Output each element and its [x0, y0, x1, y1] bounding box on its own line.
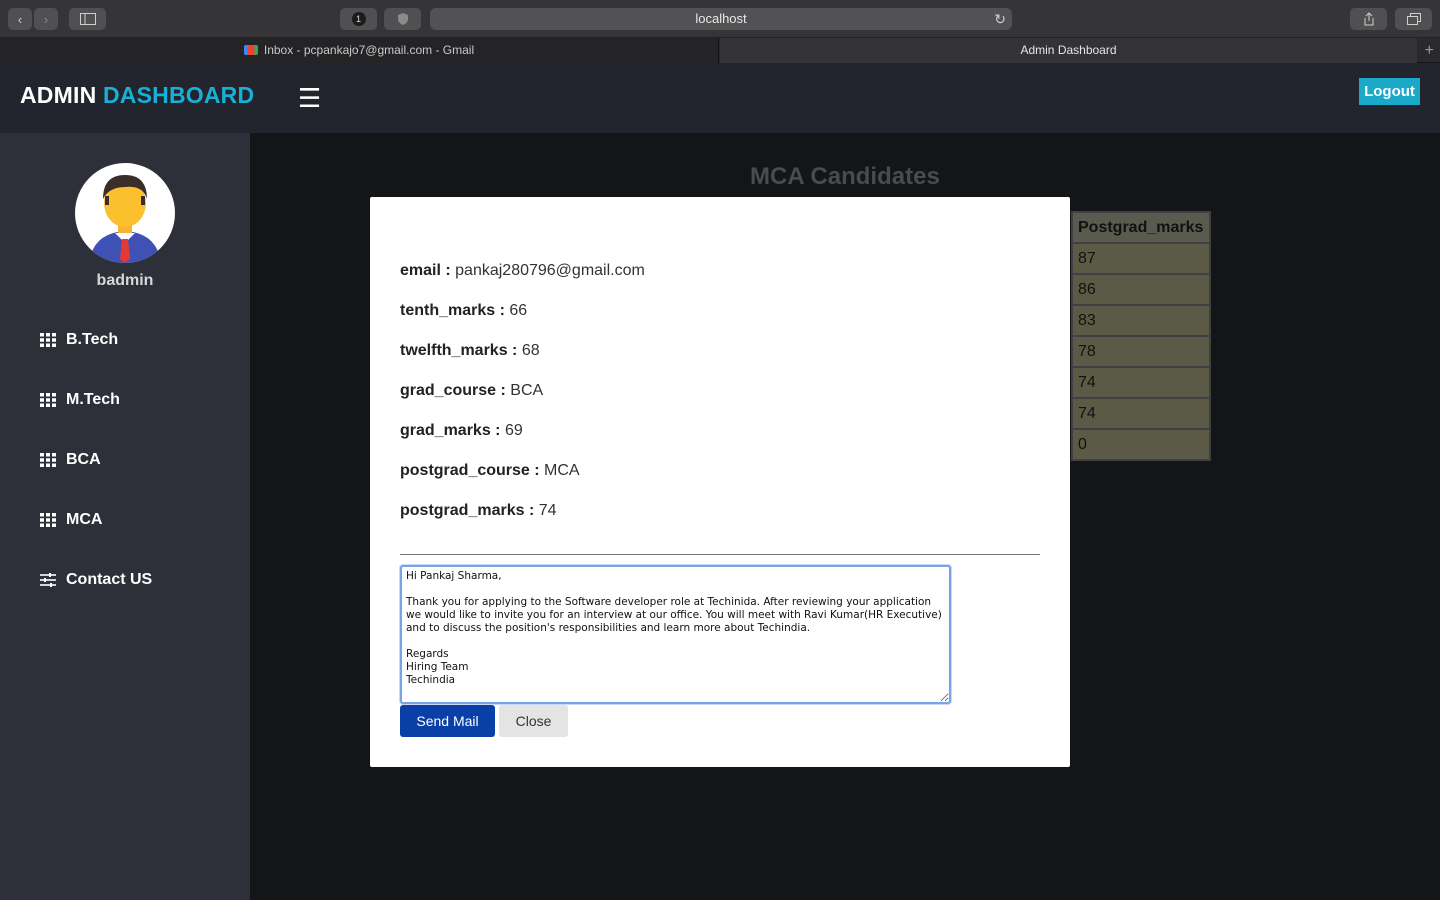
tab-admin-dashboard[interactable]: Admin Dashboard	[720, 38, 1417, 63]
sidebar-item-label: M.Tech	[66, 391, 120, 408]
field-label: postgrad_course :	[400, 462, 540, 479]
url-text: localhost	[695, 11, 747, 26]
field-grad-course: grad_course : BCA	[400, 382, 543, 400]
field-tenth-marks: tenth_marks : 66	[400, 302, 527, 320]
app-header: ADMIN DASHBOARD ☰ Logout	[0, 63, 1440, 133]
table-cell: 74	[1071, 397, 1211, 430]
table-cell: 86	[1071, 273, 1211, 306]
brand-main: ADMIN	[20, 82, 97, 108]
table-cell: 83	[1071, 304, 1211, 337]
sidebar-item-mtech[interactable]: M.Tech	[40, 388, 120, 412]
field-email: email : pankaj280796@gmail.com	[400, 262, 645, 280]
table-cell: 0	[1071, 428, 1211, 461]
candidate-modal: email : pankaj280796@gmail.com tenth_mar…	[370, 197, 1070, 767]
field-postgrad-course: postgrad_course : MCA	[400, 462, 580, 480]
sidebar: badmin B.Tech M.Tech BCA MCA Contact US	[0, 133, 250, 900]
privacy-badge: 1	[351, 12, 366, 26]
new-tab-icon[interactable]: +	[1425, 38, 1434, 63]
shield-icon[interactable]	[384, 8, 421, 30]
tab-label: Inbox - pcpankajo7@gmail.com - Gmail	[263, 43, 475, 57]
field-grad-marks: grad_marks : 69	[400, 422, 523, 440]
field-value: 69	[504, 422, 523, 439]
field-value: 68	[521, 342, 540, 359]
column-header: Postgrad_marks	[1071, 211, 1211, 244]
mail-body-textarea[interactable]: Hi Pankaj Sharma, Thank you for applying…	[400, 565, 951, 704]
field-label: grad_marks :	[400, 422, 501, 439]
logout-button[interactable]: Logout	[1359, 78, 1420, 105]
divider	[400, 554, 1040, 555]
close-button[interactable]: Close	[499, 705, 568, 737]
table-cell: 87	[1071, 242, 1211, 275]
sidebar-item-bca[interactable]: BCA	[40, 448, 101, 472]
send-mail-button[interactable]: Send Mail	[400, 705, 495, 737]
brand-title: ADMIN DASHBOARD	[20, 82, 254, 109]
brand-accent: DASHBOARD	[102, 82, 255, 108]
sidebar-item-label: BCA	[66, 451, 101, 468]
sidebar-item-label: Contact US	[66, 571, 153, 588]
candidates-table: Postgrad_marks 87 86 83 78 74 74 0	[1071, 211, 1211, 461]
field-value: pankaj280796@gmail.com	[455, 262, 645, 279]
sidebar-item-mca[interactable]: MCA	[40, 508, 102, 532]
table-cell: 74	[1071, 366, 1211, 399]
gmail-icon	[243, 45, 258, 55]
privacy-report-icon[interactable]: 1	[340, 8, 377, 30]
field-label: grad_course :	[400, 382, 506, 399]
grid-icon	[40, 453, 56, 467]
tab-gmail[interactable]: Inbox - pcpankajo7@gmail.com - Gmail	[0, 38, 719, 63]
hamburger-menu-icon[interactable]: ☰	[298, 85, 321, 111]
back-icon[interactable]: ‹	[8, 8, 32, 30]
field-value: 66	[509, 302, 528, 319]
reload-icon[interactable]: ↻	[994, 8, 1006, 30]
forward-icon[interactable]: ›	[34, 8, 58, 30]
tab-label: Admin Dashboard	[1020, 43, 1117, 57]
field-label: email :	[400, 262, 451, 279]
field-label: tenth_marks :	[400, 302, 505, 319]
tab-bar: Inbox - pcpankajo7@gmail.com - Gmail Adm…	[0, 38, 1440, 63]
sidebar-toggle-icon[interactable]	[69, 8, 106, 30]
table-cell: 78	[1071, 335, 1211, 368]
page-title: MCA Candidates	[750, 163, 940, 190]
address-bar[interactable]: localhost ↻	[430, 8, 1012, 30]
field-value: MCA	[544, 462, 580, 479]
grid-icon	[40, 513, 56, 527]
tabs-overview-icon[interactable]	[1395, 8, 1432, 30]
browser-toolbar: ‹ › 1 localhost ↻	[0, 0, 1440, 38]
grid-icon	[40, 333, 56, 347]
grid-icon	[40, 393, 56, 407]
field-twelfth-marks: twelfth_marks : 68	[400, 342, 540, 360]
sidebar-item-label: B.Tech	[66, 331, 119, 348]
field-label: postgrad_marks :	[400, 502, 535, 519]
field-postgrad-marks: postgrad_marks : 74	[400, 502, 557, 520]
sidebar-item-btech[interactable]: B.Tech	[40, 328, 118, 352]
share-icon[interactable]	[1350, 8, 1387, 30]
username: badmin	[96, 272, 154, 289]
sidebar-item-contact-us[interactable]: Contact US	[40, 568, 152, 592]
field-value: BCA	[510, 382, 544, 399]
field-label: twelfth_marks :	[400, 342, 518, 359]
field-value: 74	[538, 502, 557, 519]
sliders-icon	[40, 573, 56, 587]
sidebar-item-label: MCA	[66, 511, 103, 528]
avatar	[75, 163, 175, 263]
